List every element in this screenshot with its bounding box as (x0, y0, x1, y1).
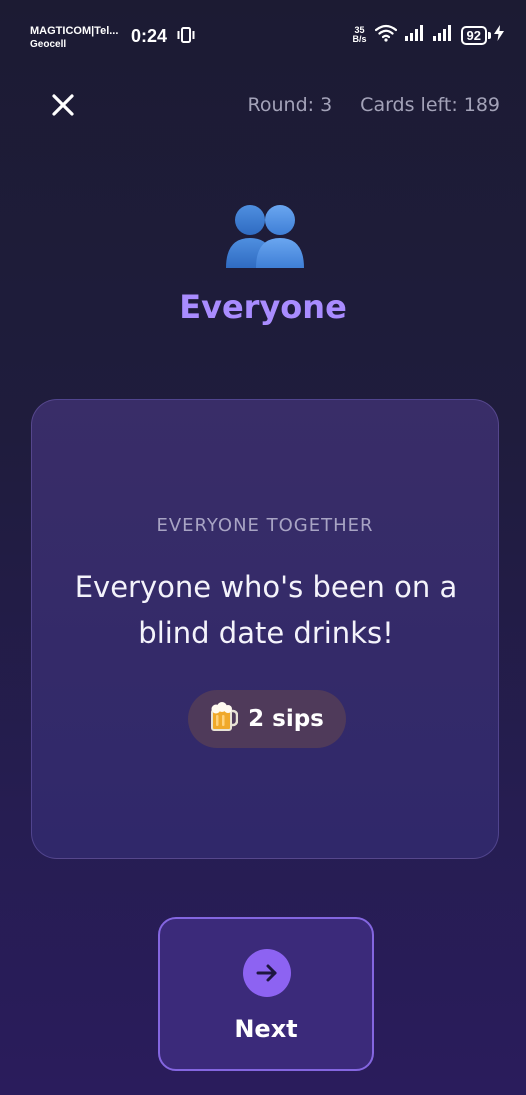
charging-icon (494, 25, 504, 45)
network-speed-unit: B/s (352, 34, 367, 44)
player-title: Everyone (179, 288, 347, 326)
close-icon (51, 93, 75, 121)
battery-indicator: 92 (460, 25, 504, 45)
network-speed: 35 B/s (353, 26, 367, 44)
close-button[interactable] (44, 88, 82, 126)
round-label: Round: (247, 94, 315, 116)
arrow-right-icon (243, 949, 291, 997)
vibrate-icon (176, 27, 196, 47)
sips-badge: 2 sips (188, 690, 346, 748)
cards-left-value: 189 (463, 94, 500, 116)
cards-left-label: Cards left: (360, 94, 458, 116)
wifi-icon (374, 24, 397, 46)
card-text: Everyone who's been on a blind date drin… (74, 570, 458, 650)
carrier-info: MAGTICOM|Tel... Geocell (30, 24, 118, 52)
cards-left-counter: Cards left: 189 (360, 94, 500, 116)
round-counter: Round: 3 (248, 94, 333, 116)
status-time: 0:24 (131, 26, 168, 46)
game-stats: Round: 3 Cards left: 189 (248, 94, 500, 116)
signal-icon-1 (404, 25, 425, 45)
next-button[interactable]: Next (158, 917, 374, 1071)
next-label: Next (234, 1015, 298, 1043)
sips-label: 2 sips (248, 706, 324, 732)
battery-tip (488, 31, 491, 39)
round-value: 3 (320, 94, 333, 116)
carrier-name-secondary: Geocell (30, 39, 67, 50)
challenge-card: EVERYONE TOGETHER Everyone who's been on… (31, 399, 499, 859)
status-icons: 35 B/s 92 (353, 24, 504, 46)
status-bar: MAGTICOM|Tel... Geocell 0:24 35 B/s 92 (0, 0, 526, 70)
beer-icon (210, 702, 239, 736)
battery-level: 92 (460, 25, 487, 45)
signal-icon-2 (432, 25, 453, 45)
card-category: EVERYONE TOGETHER (156, 515, 374, 536)
two-people-icon (222, 200, 308, 274)
carrier-name: MAGTICOM|Tel... (30, 25, 119, 37)
